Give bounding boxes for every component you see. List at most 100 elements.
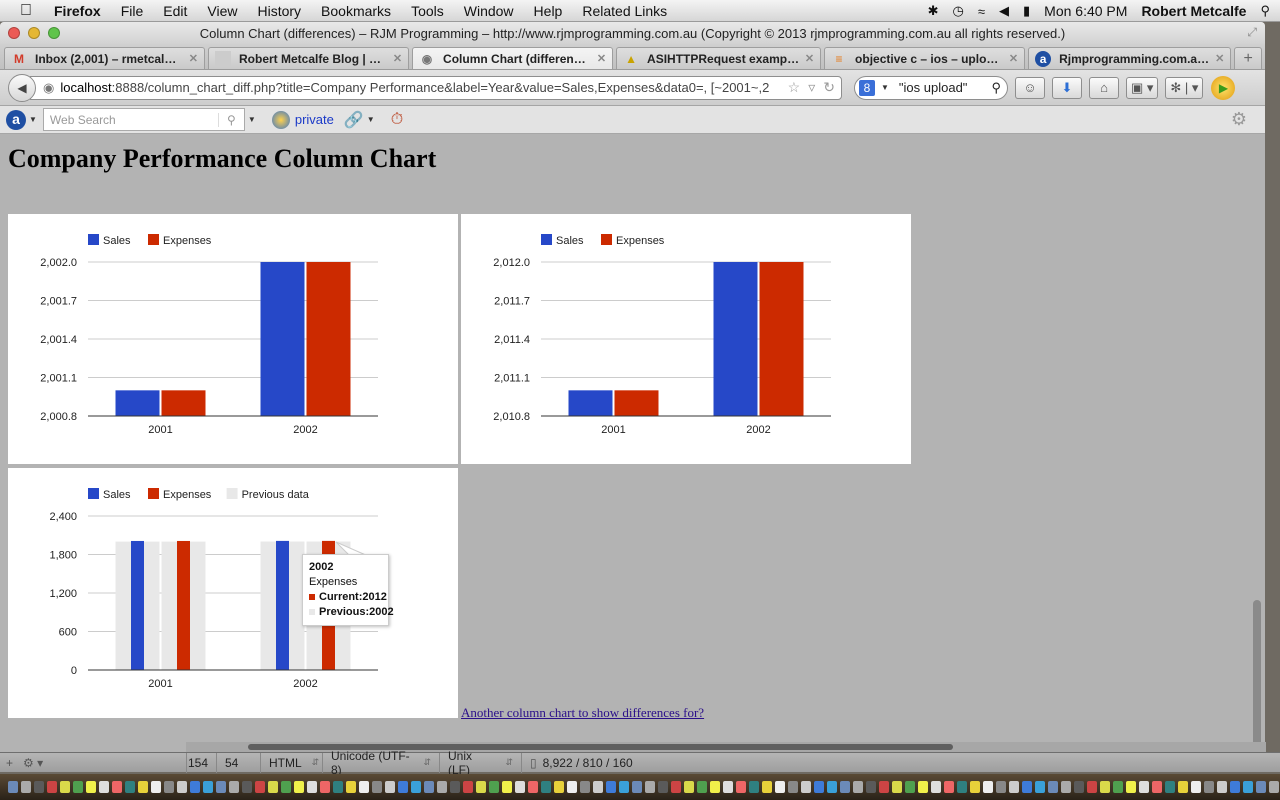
bookmarks-menu-button[interactable]: ▣ ▾ — [1126, 76, 1159, 99]
dock-app-icon[interactable] — [372, 781, 382, 793]
menu-history[interactable]: History — [257, 3, 301, 19]
dock-app-icon[interactable] — [242, 781, 252, 793]
dock-app-icon[interactable] — [1217, 781, 1227, 793]
chain-dropdown-icon[interactable]: ▼ — [367, 115, 375, 124]
web-search-icon[interactable]: ⚲ — [217, 112, 244, 127]
dock-app-icon[interactable] — [775, 781, 785, 793]
tab-rjmprogramming[interactable]: a Rjmprogramming.com.a… ✕ — [1028, 47, 1232, 69]
menubar-clock[interactable]: Mon 6:40 PM — [1044, 3, 1127, 19]
dock-app-icon[interactable] — [502, 781, 512, 793]
dock-app-icon[interactable] — [671, 781, 681, 793]
dock-app-icon[interactable] — [1230, 781, 1240, 793]
web-developer-button[interactable]: ☺ — [1015, 76, 1045, 99]
another-chart-link[interactable]: Another column chart to show differences… — [461, 705, 704, 721]
private-link[interactable]: private — [295, 112, 334, 127]
home-button[interactable]: ⌂ — [1089, 76, 1119, 99]
dock-app-icon[interactable] — [346, 781, 356, 793]
search-engine-box[interactable]: 8 ▼ "ios upload" ⚲ — [854, 75, 1008, 100]
ask-menu-dropdown-icon[interactable]: ▼ — [29, 115, 37, 124]
close-tab-icon[interactable]: ✕ — [805, 52, 814, 65]
wifi-icon[interactable]: ≈ — [978, 4, 985, 19]
web-search-dropdown-icon[interactable]: ▼ — [248, 115, 256, 124]
web-search-input[interactable]: Web Search ⚲ — [42, 108, 245, 131]
dock-app-icon[interactable] — [21, 781, 31, 793]
dock-app-icon[interactable] — [34, 781, 44, 793]
ask-logo-icon[interactable]: a — [6, 109, 26, 130]
close-tab-icon[interactable]: ✕ — [189, 52, 198, 65]
dock-app-icon[interactable] — [697, 781, 707, 793]
dock-app-icon[interactable] — [8, 781, 18, 793]
bookmark-star-icon[interactable]: ☆ — [788, 79, 801, 96]
dock-app-icon[interactable] — [632, 781, 642, 793]
dock-app-icon[interactable] — [151, 781, 161, 793]
new-tab-button[interactable]: + — [1234, 47, 1263, 69]
dock-app-icon[interactable] — [801, 781, 811, 793]
dock-app-icon[interactable] — [996, 781, 1006, 793]
dock-app-icon[interactable] — [710, 781, 720, 793]
dock-app-icon[interactable] — [73, 781, 83, 793]
dock-app-icon[interactable] — [840, 781, 850, 793]
dock-app-icon[interactable] — [1139, 781, 1149, 793]
dock-app-icon[interactable] — [1100, 781, 1110, 793]
close-window-button[interactable] — [8, 27, 20, 39]
dock-app-icon[interactable] — [866, 781, 876, 793]
dock-app-icon[interactable] — [437, 781, 447, 793]
dock-app-icon[interactable] — [1113, 781, 1123, 793]
dock-app-icon[interactable] — [99, 781, 109, 793]
dock-app-icon[interactable] — [684, 781, 694, 793]
tab-stackoverflow[interactable]: ≡ objective c – ios – uplo… ✕ — [824, 47, 1026, 69]
menu-tools[interactable]: Tools — [411, 3, 444, 19]
dock-app-icon[interactable] — [476, 781, 486, 793]
dock-app-icon[interactable] — [1256, 781, 1266, 793]
fullscreen-icon[interactable]: ⤢ — [1247, 25, 1257, 40]
dock-app-icon[interactable] — [281, 781, 291, 793]
dock-app-icon[interactable] — [905, 781, 915, 793]
encoding-select[interactable]: Unicode (UTF-8) ⇵ — [322, 749, 439, 777]
dock-app-icon[interactable] — [970, 781, 980, 793]
dock-app-icon[interactable] — [320, 781, 330, 793]
tab-asihttprequest[interactable]: ▲ ASIHTTPRequest examp… ✕ — [616, 47, 822, 69]
dock-app-icon[interactable] — [307, 781, 317, 793]
dock-app-icon[interactable] — [827, 781, 837, 793]
back-button[interactable]: ◀ — [8, 73, 36, 102]
site-identity-icon[interactable]: ◉ — [43, 80, 54, 96]
dock-app-icon[interactable] — [463, 781, 473, 793]
dock-app-icon[interactable] — [60, 781, 70, 793]
dock-app-icon[interactable] — [1035, 781, 1045, 793]
minimize-window-button[interactable] — [28, 27, 40, 39]
dock-app-icon[interactable] — [580, 781, 590, 793]
dock-app-icon[interactable] — [554, 781, 564, 793]
dock-app-icon[interactable] — [892, 781, 902, 793]
dock-app-icon[interactable] — [541, 781, 551, 793]
dock-app-icon[interactable] — [125, 781, 135, 793]
dock-app-icon[interactable] — [1061, 781, 1071, 793]
tab-column-chart[interactable]: ◉ Column Chart (differen… ✕ — [412, 47, 614, 69]
dock-app-icon[interactable] — [255, 781, 265, 793]
menu-file[interactable]: File — [121, 3, 144, 19]
menu-window[interactable]: Window — [464, 3, 514, 19]
dock-app-icon[interactable] — [398, 781, 408, 793]
dock-app-icon[interactable] — [1243, 781, 1253, 793]
dock-app-icon[interactable] — [567, 781, 577, 793]
dock-app-icon[interactable] — [164, 781, 174, 793]
add-icon[interactable]: + — [6, 756, 13, 770]
dock-app-icon[interactable] — [944, 781, 954, 793]
dock-app-icon[interactable] — [593, 781, 603, 793]
dock-app-icon[interactable] — [1152, 781, 1162, 793]
zoom-window-button[interactable] — [48, 27, 60, 39]
volume-icon[interactable]: ◀ — [999, 3, 1009, 19]
dock-app-icon[interactable] — [788, 781, 798, 793]
dock-app-icon[interactable] — [606, 781, 616, 793]
bluetooth-icon[interactable]: ✱ — [928, 3, 939, 19]
dock-app-icon[interactable] — [411, 781, 421, 793]
menu-edit[interactable]: Edit — [163, 3, 187, 19]
dock-app-icon[interactable] — [723, 781, 733, 793]
engine-dropdown-icon[interactable]: ▼ — [881, 83, 889, 92]
dock-app-icon[interactable] — [1048, 781, 1058, 793]
menu-related-links[interactable]: Related Links — [582, 3, 667, 19]
tab-robert-metcalfe-blog[interactable]: Robert Metcalfe Blog | … ✕ — [208, 47, 410, 69]
close-tab-icon[interactable]: ✕ — [1009, 52, 1018, 65]
search-icon[interactable]: ⚲ — [991, 80, 1001, 96]
dock-app-icon[interactable] — [931, 781, 941, 793]
gear-icon[interactable]: ⚙ — [1231, 109, 1247, 130]
